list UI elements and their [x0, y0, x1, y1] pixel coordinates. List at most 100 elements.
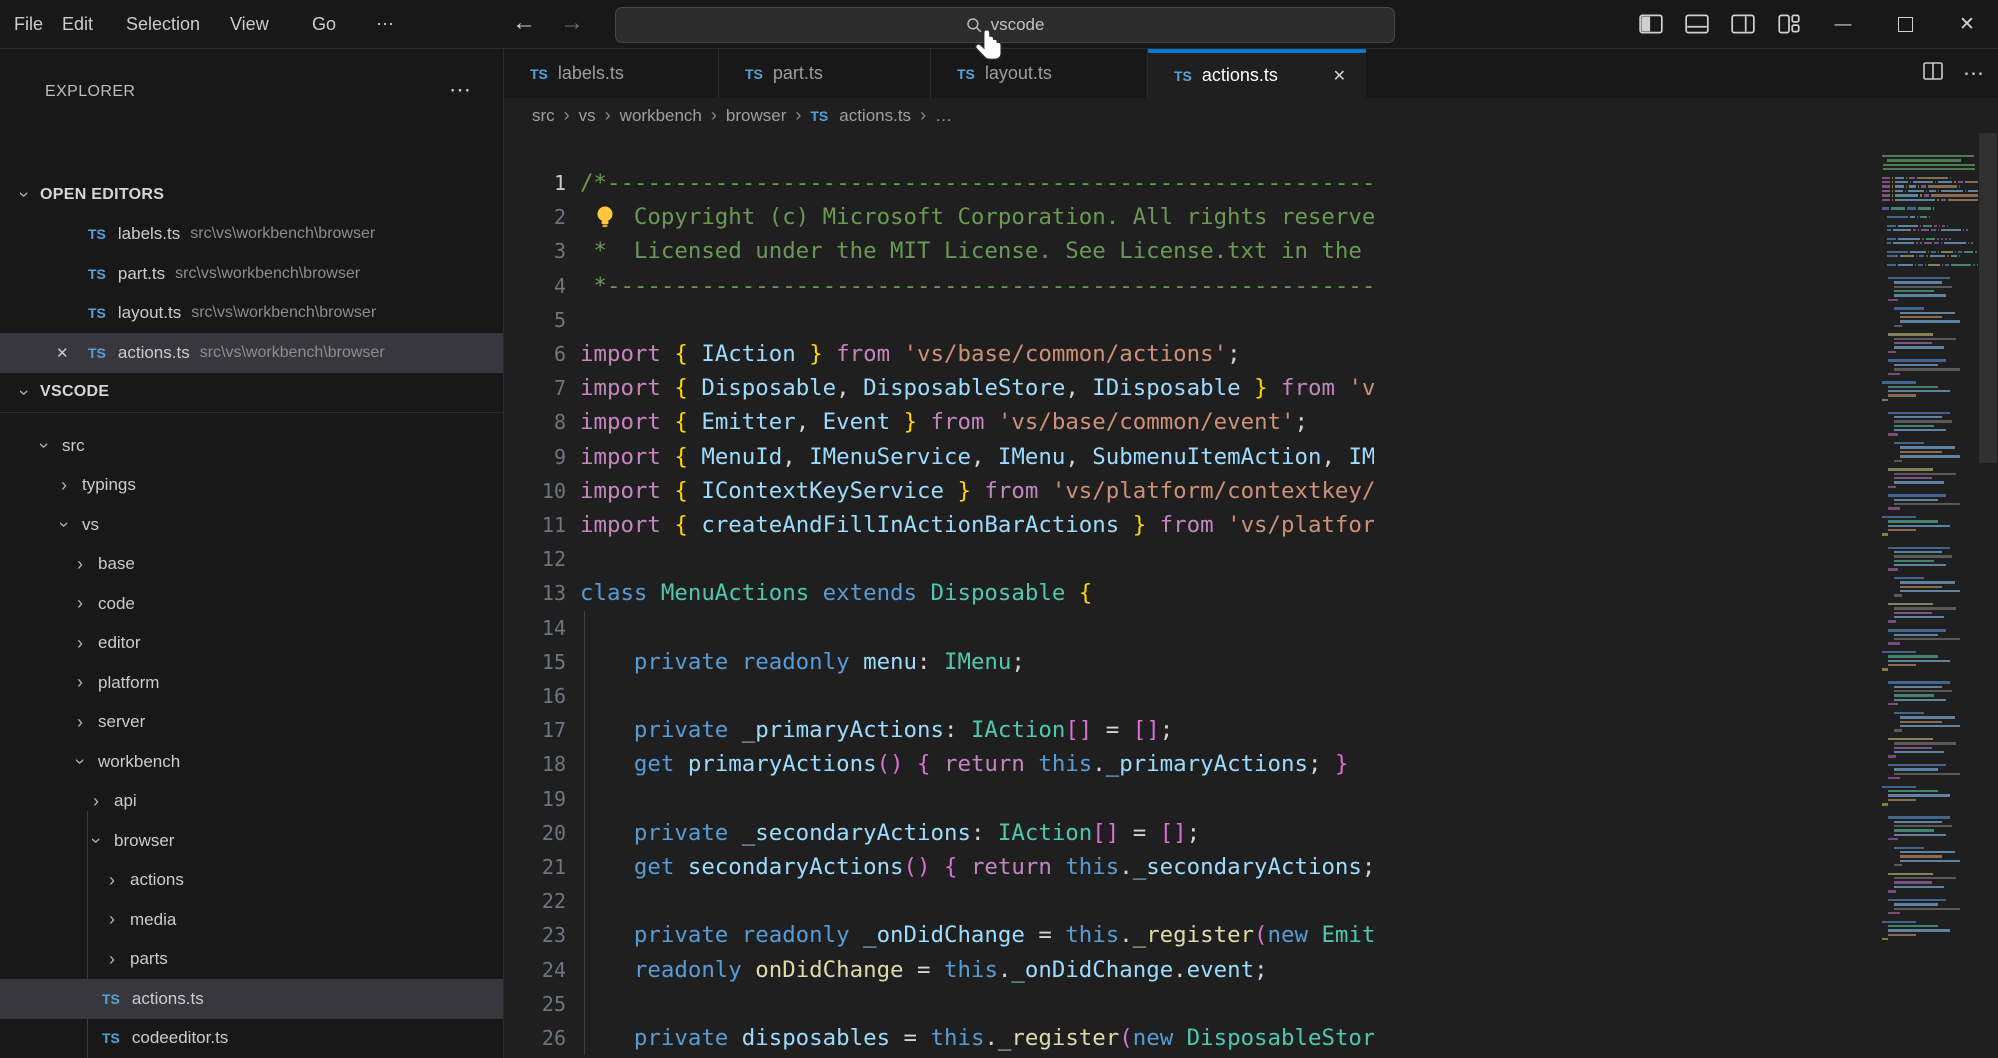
code-line-22[interactable]: 22	[504, 884, 1998, 918]
menu-more[interactable]: ⋯	[372, 0, 398, 48]
tree-folder-server[interactable]: ›server	[0, 703, 504, 743]
tab-actions.ts[interactable]: TSactions.ts✕	[1148, 49, 1366, 98]
code-editor[interactable]: 1/*-------------------------------------…	[504, 133, 1998, 1058]
close-editor-icon[interactable]: ✕	[56, 344, 74, 362]
toggle-panel-icon[interactable]	[1674, 0, 1720, 48]
breadcrumb-item-more[interactable]: …	[935, 106, 952, 126]
tab-labels.ts[interactable]: TSlabels.ts	[504, 49, 719, 98]
close-tab-icon[interactable]: ✕	[1319, 66, 1346, 86]
breadcrumb-item-vs[interactable]: vs	[579, 106, 596, 126]
menu-view[interactable]: View	[226, 0, 273, 48]
code-line-16[interactable]: 16	[504, 679, 1998, 713]
section-header-open-editors[interactable]: ›OPEN EDITORS	[0, 175, 504, 215]
tree-folder-platform[interactable]: ›platform	[0, 663, 504, 703]
code-line-3[interactable]: 3 * Licensed under the MIT License. See …	[504, 234, 1998, 268]
tree-folder-vs[interactable]: ›vs	[0, 505, 504, 545]
open-editor-layout.ts[interactable]: TSlayout.tssrc\vs\workbench\browser	[0, 294, 503, 334]
code-line-20[interactable]: 20 private _secondaryActions: IAction[] …	[504, 816, 1998, 850]
menu-edit[interactable]: Edit	[58, 0, 97, 48]
minimap-line	[1900, 320, 1960, 322]
tree-folder-src[interactable]: ›src	[0, 426, 504, 466]
scrollbar-slider[interactable]	[1979, 133, 1997, 463]
tree-file-actions.ts[interactable]: TSactions.ts	[0, 979, 504, 1019]
code-line-7[interactable]: 7import { Disposable, DisposableStore, I…	[504, 371, 1998, 405]
tree-folder-workbench[interactable]: ›workbench	[0, 742, 504, 782]
breadcrumb-item-workbench[interactable]: workbench	[620, 106, 702, 126]
editor-more-actions-icon[interactable]: ⋯	[1963, 61, 1984, 86]
minimap-line	[1882, 177, 1951, 179]
typescript-file-icon: TS	[102, 1030, 120, 1046]
tab-layout.ts[interactable]: TSlayout.ts	[931, 49, 1148, 98]
tree-folder-browser[interactable]: ›browser	[0, 821, 504, 861]
minimize-button[interactable]: —	[1812, 0, 1874, 48]
code-line-15[interactable]: 15 private readonly menu: IMenu;	[504, 645, 1998, 679]
open-editor-labels.ts[interactable]: TSlabels.tssrc\vs\workbench\browser	[0, 215, 503, 255]
toggle-sidebar-icon[interactable]	[1628, 0, 1674, 48]
minimap-line	[1894, 551, 1942, 553]
code-line-10[interactable]: 10import { IContextKeyService } from 'vs…	[504, 474, 1998, 508]
token: ;	[1160, 717, 1173, 743]
code-line-2[interactable]: 2 Copyright (c) Microsoft Corporation. A…	[504, 200, 1998, 234]
minimap[interactable]	[1878, 133, 1978, 1058]
search-command-center[interactable]: vscode	[615, 7, 1395, 43]
tree-folder-parts[interactable]: ›parts	[0, 940, 504, 980]
code-text: import { Emitter, Event } from 'vs/base/…	[580, 405, 1374, 439]
explorer-more-actions-icon[interactable]: ⋯	[449, 77, 471, 103]
tree-folder-code[interactable]: ›code	[0, 584, 504, 624]
split-editor-icon[interactable]	[1921, 59, 1945, 88]
breadcrumb-item-browser[interactable]: browser	[726, 106, 786, 126]
code-line-23[interactable]: 23 private readonly _onDidChange = this.…	[504, 918, 1998, 952]
lightbulb-icon[interactable]	[594, 205, 616, 229]
code-line-14[interactable]: 14	[504, 611, 1998, 645]
code-text: private readonly menu: IMenu;	[580, 645, 1374, 679]
code-line-4[interactable]: 4 *-------------------------------------…	[504, 269, 1998, 303]
tree-folder-editor[interactable]: ›editor	[0, 624, 504, 664]
code-line-9[interactable]: 9import { MenuId, IMenuService, IMenu, S…	[504, 440, 1998, 474]
code-line-6[interactable]: 6import { IAction } from 'vs/base/common…	[504, 337, 1998, 371]
code-line-17[interactable]: 17 private _primaryActions: IAction[] = …	[504, 713, 1998, 747]
tree-folder-typings[interactable]: ›typings	[0, 466, 504, 506]
breadcrumb-item-actions.ts[interactable]: actions.ts	[839, 106, 911, 126]
customize-layout-icon[interactable]	[1766, 0, 1812, 48]
toggle-secondary-sidebar-icon[interactable]	[1720, 0, 1766, 48]
menu-selection[interactable]: Selection	[122, 0, 204, 48]
open-editor-actions.ts[interactable]: ✕TSactions.tssrc\vs\workbench\browser	[0, 333, 503, 373]
mouse-cursor-hand	[975, 28, 1005, 66]
menu-file[interactable]: File	[10, 0, 47, 48]
section-header-vscode[interactable]: ›VSCODE	[0, 373, 504, 413]
editor-scrollbar[interactable]	[1978, 133, 1998, 1058]
open-editor-part.ts[interactable]: TSpart.tssrc\vs\workbench\browser	[0, 254, 503, 294]
back-arrow-icon[interactable]: ←	[508, 0, 540, 48]
tree-file-codeeditor.ts[interactable]: TScodeeditor.ts	[0, 1019, 504, 1058]
code-line-12[interactable]: 12	[504, 542, 1998, 576]
token: ,	[1065, 444, 1078, 470]
token: .	[1119, 854, 1132, 880]
code-line-26[interactable]: 26 private disposables = this._register(…	[504, 1021, 1998, 1055]
token: ;	[1011, 649, 1024, 675]
maximize-button[interactable]	[1874, 0, 1936, 48]
code-line-18[interactable]: 18 get primaryActions() { return this._p…	[504, 747, 1998, 781]
tab-part.ts[interactable]: TSpart.ts	[719, 49, 931, 98]
tree-folder-api[interactable]: ›api	[0, 782, 504, 822]
code-line-8[interactable]: 8import { Emitter, Event } from 'vs/base…	[504, 405, 1998, 439]
tree-folder-base[interactable]: ›base	[0, 545, 504, 585]
code-line-25[interactable]: 25	[504, 987, 1998, 1021]
code-line-21[interactable]: 21 get secondaryActions() { return this.…	[504, 850, 1998, 884]
code-line-1[interactable]: 1/*-------------------------------------…	[504, 166, 1998, 200]
close-window-button[interactable]: ✕	[1936, 0, 1998, 48]
forward-arrow-icon[interactable]: →	[556, 0, 588, 48]
tree-folder-media[interactable]: ›media	[0, 900, 504, 940]
minimap-line	[1888, 703, 1898, 705]
code-line-11[interactable]: 11import { createAndFillInActionBarActio…	[504, 508, 1998, 542]
token: * Licensed under the MIT License. See Li…	[580, 238, 1374, 264]
breadcrumb-item-src[interactable]: src	[532, 106, 555, 126]
folder-label: server	[98, 712, 145, 732]
menu-go[interactable]: Go	[308, 0, 340, 48]
code-line-24[interactable]: 24 readonly onDidChange = this._onDidCha…	[504, 953, 1998, 987]
minimap-line	[1894, 425, 1934, 427]
code-text: /*--------------------------------------…	[580, 166, 1374, 200]
code-line-19[interactable]: 19	[504, 782, 1998, 816]
tree-folder-actions[interactable]: ›actions	[0, 861, 504, 901]
code-line-13[interactable]: 13class MenuActions extends Disposable {	[504, 576, 1998, 610]
code-line-5[interactable]: 5	[504, 303, 1998, 337]
